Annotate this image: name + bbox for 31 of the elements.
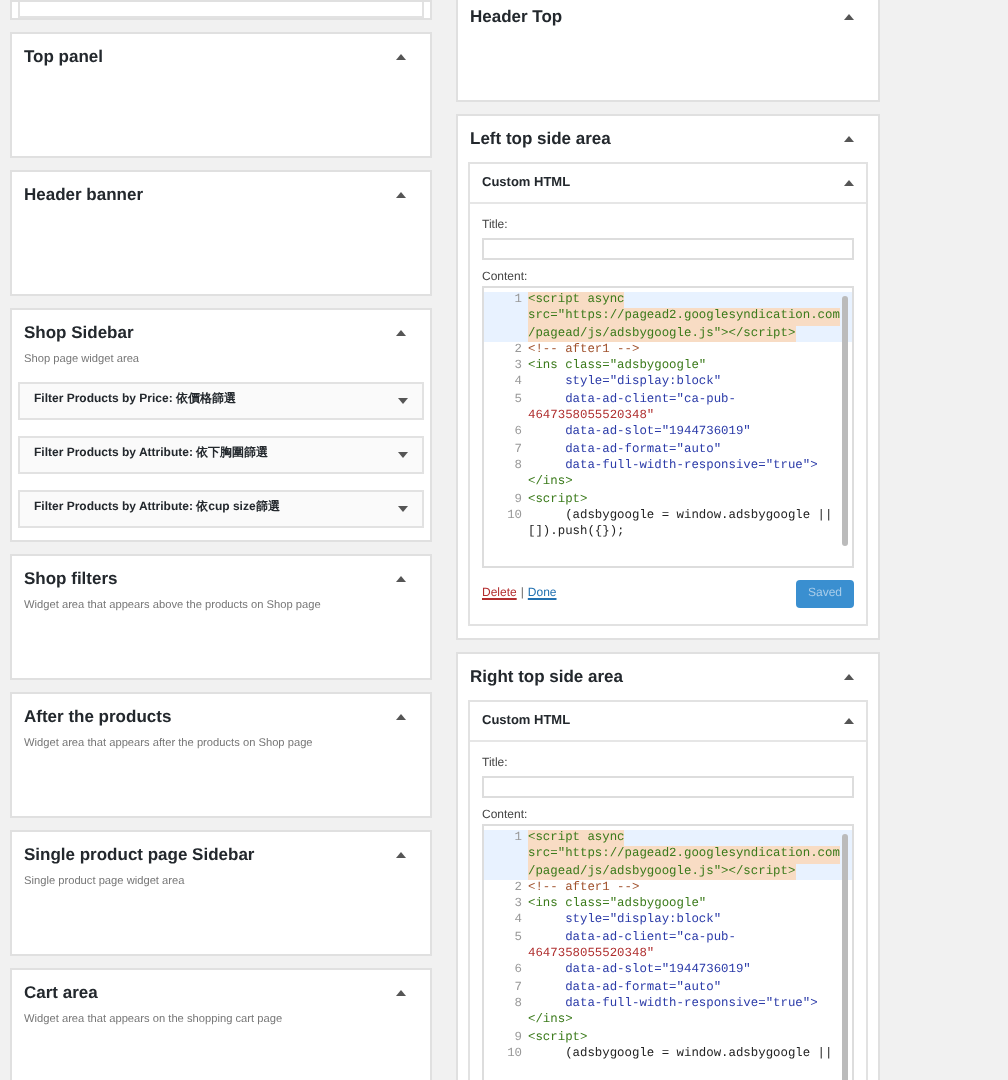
- panel-title: Top panel: [24, 44, 104, 68]
- collapse-caret-icon[interactable]: [844, 180, 854, 186]
- expand-caret-icon[interactable]: [398, 506, 408, 512]
- scrollbar[interactable]: [842, 296, 848, 546]
- panel-title: Right top side area: [470, 664, 624, 688]
- panel-title: Shop Sidebar: [24, 320, 134, 344]
- expand-caret-icon[interactable]: [398, 452, 408, 458]
- panel-title: Header banner: [24, 182, 144, 206]
- collapse-caret-icon[interactable]: [396, 575, 406, 581]
- collapse-caret-icon[interactable]: [844, 673, 854, 679]
- collapse-caret-icon[interactable]: [844, 13, 854, 19]
- scrollbar[interactable]: [842, 834, 848, 1080]
- title-input[interactable]: [482, 776, 854, 798]
- collapse-caret-icon[interactable]: [844, 135, 854, 141]
- collapse-caret-icon[interactable]: [396, 851, 406, 857]
- collapse-caret-icon[interactable]: [396, 989, 406, 995]
- code-editor[interactable]: [482, 286, 854, 568]
- panel-title: Shop filters: [24, 566, 118, 590]
- collapse-caret-icon[interactable]: [396, 329, 406, 335]
- expand-caret-icon[interactable]: [398, 398, 408, 404]
- title-input[interactable]: [482, 238, 854, 260]
- panel-title: Cart area: [24, 980, 98, 1004]
- code-editor[interactable]: [482, 824, 854, 1080]
- panel-title: Single product page Sidebar: [24, 842, 255, 866]
- panel-title: After the products: [24, 704, 172, 728]
- collapse-caret-icon[interactable]: [396, 191, 406, 197]
- collapse-caret-icon[interactable]: [396, 713, 406, 719]
- panel-title: Header Top: [470, 4, 563, 28]
- collapse-caret-icon[interactable]: [396, 53, 406, 59]
- collapse-caret-icon[interactable]: [844, 718, 854, 724]
- panel-title: Left top side area: [470, 126, 611, 150]
